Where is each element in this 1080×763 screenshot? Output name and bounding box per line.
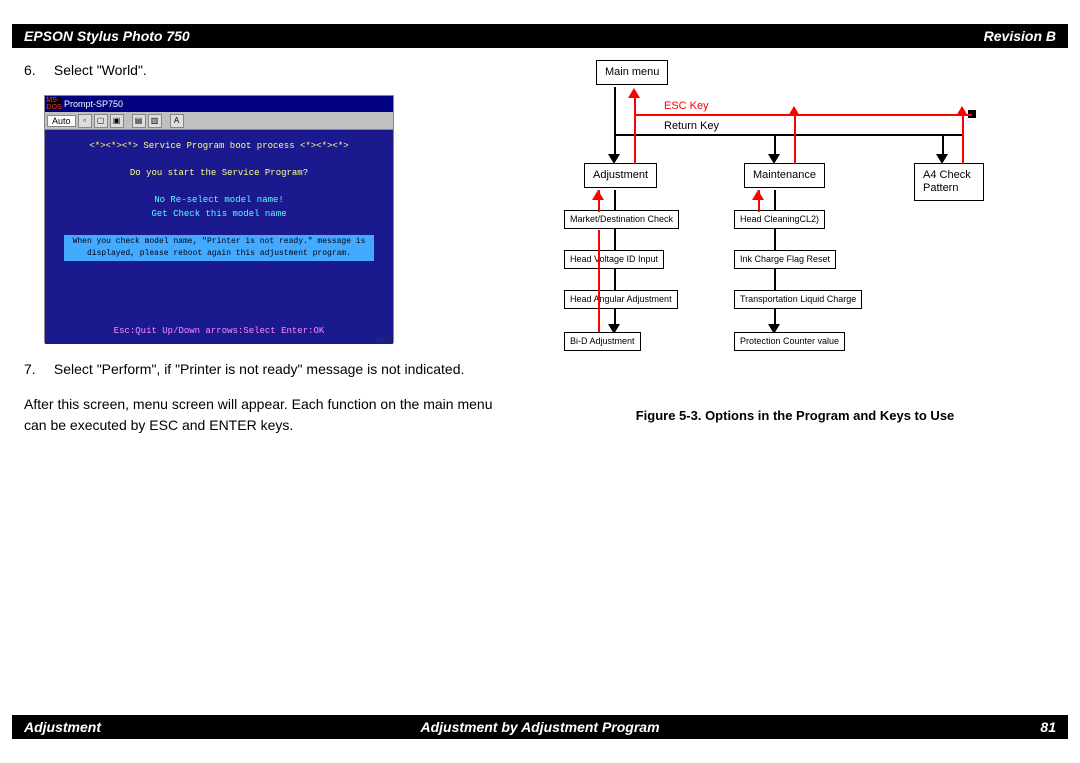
figure-caption: Figure 5-3. Options in the Program and K…	[534, 408, 1056, 423]
dos-title: Prompt-SP750	[64, 99, 123, 109]
dos-line4: When you check model name, "Printer is n…	[64, 235, 374, 261]
flow-diagram: Main menu ESC Key Return Key Adjustment …	[534, 60, 1014, 400]
dos-screenshot: MS-DOS Prompt-SP750 Auto ▫ ▢ ▣ ▤ ▥ A <*>…	[44, 95, 394, 343]
step-6: 6. Select "World".	[24, 60, 504, 81]
node-head-clean: Head CleaningCL2)	[734, 210, 825, 229]
dos-line1: <*><*><*> Service Program boot process <…	[51, 140, 387, 154]
para-after: After this screen, menu screen will appe…	[24, 394, 504, 436]
dos-line2: Do you start the Service Program?	[51, 167, 387, 181]
node-adjustment: Adjustment	[584, 163, 657, 188]
node-head-angular: Head Angular Adjustment	[564, 290, 678, 309]
header-title: EPSON Stylus Photo 750	[24, 28, 190, 44]
adj3-label: adj3	[376, 335, 391, 344]
dos-line5: Esc:Quit Up/Down arrows:Select Enter:OK	[45, 325, 393, 339]
node-head-voltage: Head Voltage ID Input	[564, 250, 664, 269]
dos-toolbar: Auto ▫ ▢ ▣ ▤ ▥ A	[45, 112, 393, 130]
node-protection: Protection Counter value	[734, 332, 845, 351]
node-transport: Transportation Liquid Charge	[734, 290, 862, 309]
dos-line3b: Get Check this model name	[51, 208, 387, 222]
footer-page: 81	[1040, 719, 1056, 735]
step-7-num: 7.	[24, 359, 50, 380]
node-ink-charge: Ink Charge Flag Reset	[734, 250, 836, 269]
dos-line3a: No Re-select model name!	[51, 194, 387, 208]
dos-toolbar-btn: ▢	[94, 114, 108, 128]
return-key-label: Return Key	[664, 120, 719, 132]
dos-toolbar-btn: ▤	[132, 114, 146, 128]
header-bar: EPSON Stylus Photo 750 Revision B	[12, 24, 1068, 48]
left-column: 6. Select "World". MS-DOS Prompt-SP750 A…	[24, 60, 504, 703]
node-market-dest: Market/Destination Check	[564, 210, 679, 229]
footer-bar: Adjustment Adjustment by Adjustment Prog…	[12, 715, 1068, 739]
node-main-menu: Main menu	[596, 60, 668, 85]
dos-toolbar-btn: ▥	[148, 114, 162, 128]
step-6-num: 6.	[24, 60, 50, 81]
step-7-text: Select "Perform", if "Printer is not rea…	[54, 361, 465, 377]
step-7: 7. Select "Perform", if "Printer is not …	[24, 359, 504, 380]
dos-titlebar: MS-DOS Prompt-SP750	[45, 96, 393, 112]
node-bid: Bi-D Adjustment	[564, 332, 641, 351]
dos-body: <*><*><*> Service Program boot process <…	[45, 130, 393, 344]
msdos-icon: MS-DOS	[47, 98, 61, 110]
dos-toolbar-btn: ▣	[110, 114, 124, 128]
header-revision: Revision B	[984, 28, 1056, 44]
footer-left: Adjustment	[24, 719, 101, 735]
node-a4-check: A4 Check Pattern	[914, 163, 984, 201]
dos-toolbar-btn: ▫	[78, 114, 92, 128]
node-maintenance: Maintenance	[744, 163, 825, 188]
footer-center: Adjustment by Adjustment Program	[420, 719, 659, 735]
esc-key-label: ESC Key	[664, 100, 709, 112]
dos-auto: Auto	[47, 115, 76, 127]
content: 6. Select "World". MS-DOS Prompt-SP750 A…	[24, 60, 1056, 703]
dos-toolbar-btn-a: A	[170, 114, 184, 128]
right-column: Main menu ESC Key Return Key Adjustment …	[534, 60, 1056, 703]
step-6-text: Select "World".	[54, 62, 147, 78]
